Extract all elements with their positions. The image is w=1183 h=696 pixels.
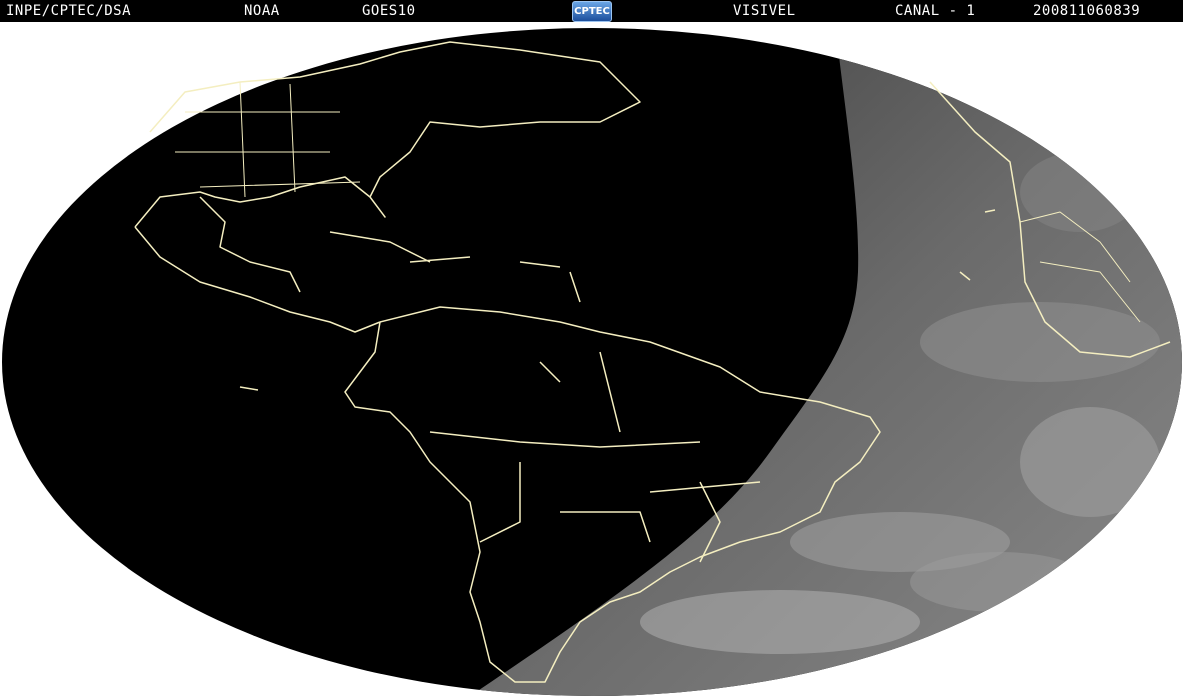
image-header-bar: INPE/CPTEC/DSA NOAA GOES10 CPTEC VISIVEL…	[0, 0, 1183, 22]
logo-text: CPTEC	[574, 6, 610, 17]
cptec-logo-icon: CPTEC	[572, 1, 612, 22]
band-label: VISIVEL	[733, 3, 796, 19]
timestamp-label: 200811060839	[1033, 3, 1141, 19]
satellite-label: GOES10	[362, 3, 416, 19]
agency-label: NOAA	[244, 3, 280, 19]
source-label: INPE/CPTEC/DSA	[6, 3, 132, 19]
channel-label: CANAL - 1	[895, 3, 976, 19]
satellite-image	[0, 22, 1183, 696]
